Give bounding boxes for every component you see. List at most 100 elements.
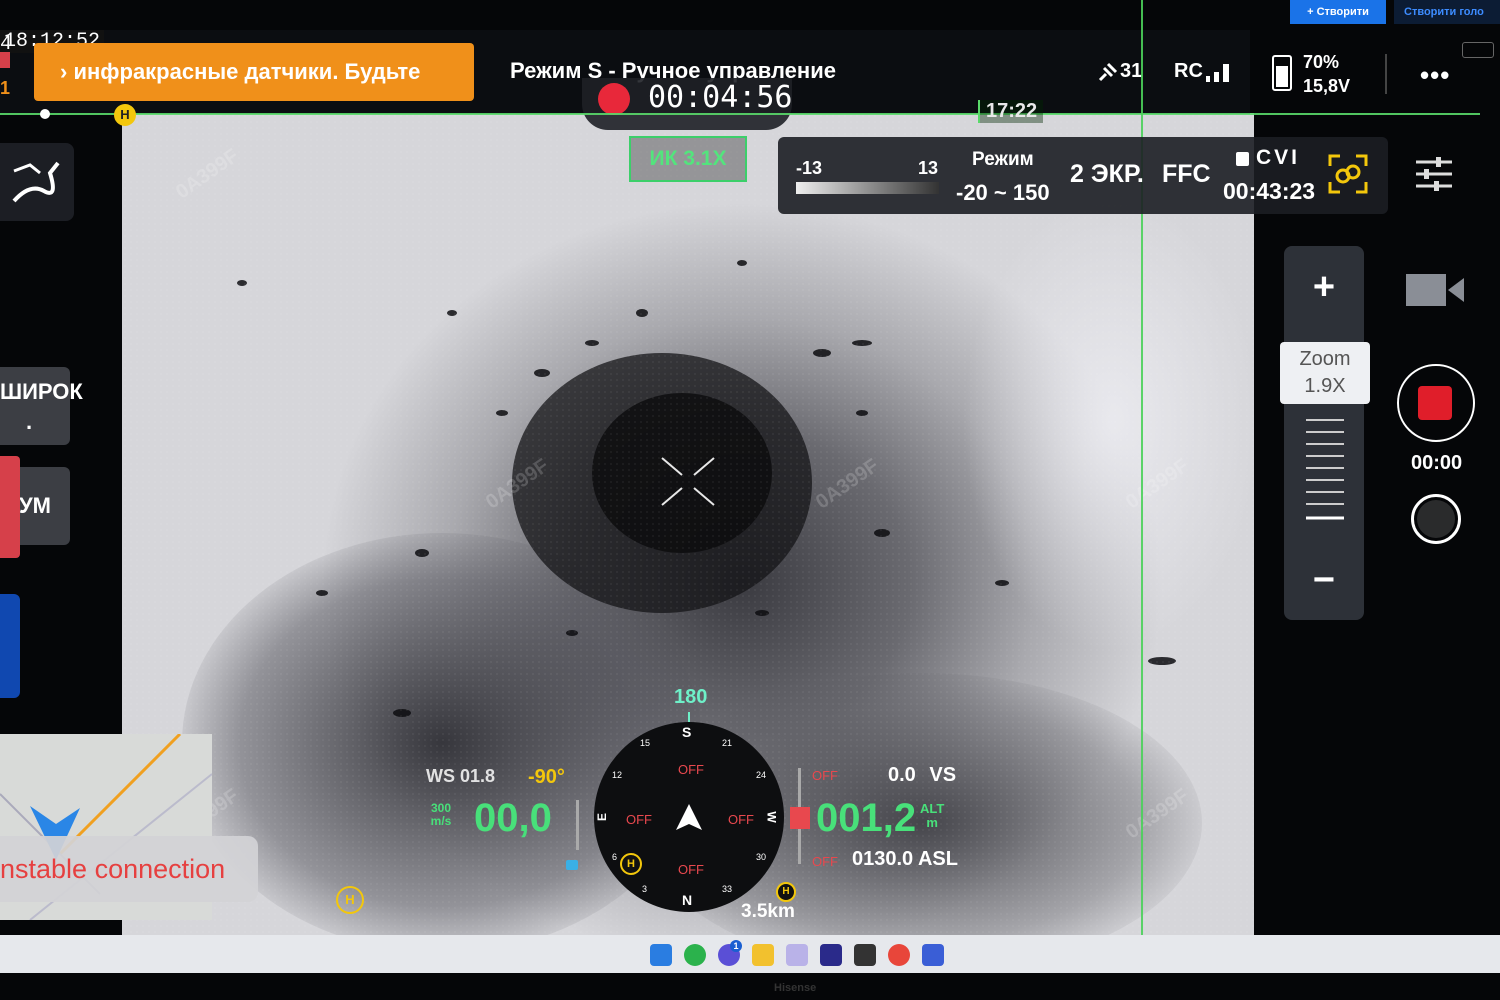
speed-marker <box>566 860 578 870</box>
app2-icon[interactable] <box>922 944 944 966</box>
route-icon <box>12 161 60 203</box>
record-duration: 00:00 <box>1411 452 1463 474</box>
ir-zoom-badge[interactable]: ИК 3.1X <box>629 136 747 182</box>
obstacle-sensor-off: OFF <box>812 854 838 869</box>
lens-wide-label: ШИРОК <box>0 379 83 404</box>
rc-signal-label: RC <box>1174 60 1203 82</box>
chrome-icon[interactable] <box>888 944 910 966</box>
battery-percent: 70% <box>1303 52 1340 72</box>
storage-remaining-time: 00:43:23 <box>1223 178 1316 204</box>
voice-create-button[interactable]: Створити голо <box>1394 0 1500 24</box>
side-tab[interactable] <box>0 594 20 698</box>
link-icon[interactable] <box>1328 154 1368 194</box>
compass-south: S <box>682 724 692 740</box>
vertical-speed: 0.0 VS <box>888 764 956 787</box>
game-icon[interactable] <box>854 944 876 966</box>
vertical-speed-label: VS <box>929 764 957 786</box>
recording-dot-icon <box>598 83 630 115</box>
ir-screen-button[interactable]: 2 ЭКР. <box>1070 160 1144 189</box>
storage-label: CVI <box>1256 146 1301 169</box>
zoom-indicator[interactable]: Zoom 1.9X <box>1280 342 1370 404</box>
connection-status: nstable connection <box>0 836 258 902</box>
obstacle-sensor-off: OFF <box>678 862 704 877</box>
adjust-icon[interactable] <box>1414 156 1454 192</box>
altitude-label: ALT <box>920 801 945 816</box>
satellite-icon <box>1096 62 1118 89</box>
monitor-brand: Hisense <box>774 982 817 994</box>
speed-unit-bottom: m/s <box>430 814 452 828</box>
folder-icon[interactable] <box>752 944 774 966</box>
gimbal-pitch: -90° <box>528 766 565 788</box>
ir-palette-gradient <box>796 182 939 194</box>
compass-tick: 33 <box>722 884 733 894</box>
warning-banner[interactable]: › инфракрасные датчики. Будьте <box>34 43 474 101</box>
record-stop-icon <box>1418 386 1452 420</box>
more-menu-button[interactable]: ••• <box>1420 60 1450 91</box>
windows-icon[interactable] <box>650 944 672 966</box>
home-point-icon: H <box>776 882 796 902</box>
app-icon[interactable] <box>820 944 842 966</box>
vertical-speed-value: 0.0 <box>888 764 916 786</box>
horizontal-speed: 00,0 <box>474 796 552 840</box>
compass-tick: 3 <box>642 884 648 894</box>
snipping-icon[interactable] <box>786 944 808 966</box>
whatsapp-icon[interactable] <box>684 944 706 966</box>
altitude-value: 001,2 <box>816 796 917 840</box>
shutter-inner <box>1417 500 1455 538</box>
horizon-marker <box>40 109 50 119</box>
wind-speed: WS 01.8 <box>426 766 496 786</box>
ir-mode-label: Режим <box>972 149 1034 170</box>
signal-bars-icon <box>1206 62 1232 87</box>
compass-tick: 15 <box>640 738 651 748</box>
windows-taskbar <box>0 935 1500 973</box>
compass-tick: 30 <box>756 852 767 862</box>
battery-level <box>1276 66 1288 87</box>
home-point-icon: H <box>114 104 136 126</box>
ir-scale-low: -13 <box>796 158 823 178</box>
obstacle-sensor-off: OFF <box>812 768 838 783</box>
compass-north: N <box>682 892 693 908</box>
compass-west: W <box>764 811 779 823</box>
sd-card-icon <box>1236 152 1249 166</box>
compass-tick: 21 <box>722 738 733 748</box>
obstacle-sensor-off: OFF <box>728 812 754 827</box>
compass-tick: 12 <box>612 770 623 780</box>
compass-tick: 6 <box>612 852 618 862</box>
altitude-unit-label: m <box>926 815 938 830</box>
notification-badge: 1 <box>730 940 742 952</box>
flight-timer: 17:22 <box>978 100 1044 123</box>
horizon-line <box>0 113 1480 115</box>
edge-digit: 1 <box>0 78 11 98</box>
zoom-slider[interactable] <box>1306 416 1344 526</box>
create-button[interactable]: + Створити <box>1290 0 1386 24</box>
camera-mini-icon <box>1462 42 1494 58</box>
home-distance: 3.5km <box>741 901 795 922</box>
zoom-label: Zoom <box>1299 348 1351 370</box>
route-button[interactable] <box>0 143 74 221</box>
home-point-icon: H <box>620 853 642 875</box>
edge-red-mark <box>0 52 10 68</box>
ir-scale-high: 13 <box>918 158 939 178</box>
obstacle-sensor-off: OFF <box>678 762 704 777</box>
ir-temp-range[interactable]: -20 ~ 150 <box>956 180 1050 206</box>
altitude-unit: ALT m <box>920 802 944 830</box>
aircraft-heading-icon <box>676 804 702 835</box>
lens-wide-sub: . <box>26 409 33 434</box>
speed-unit: 300 m/s <box>426 802 456 828</box>
speed-scale <box>576 800 579 850</box>
battery-voltage: 15,8V <box>1303 76 1351 96</box>
altitude-asl: 0130.0 ASL <box>852 848 958 870</box>
ffc-button[interactable]: FFC <box>1162 160 1211 189</box>
video-mode-icon[interactable] <box>1406 270 1464 310</box>
obstacle-sensor-off: OFF <box>626 812 652 827</box>
lens-wide-button[interactable]: ШИРОК . <box>0 367 83 445</box>
zoom-out-button[interactable]: − <box>1284 540 1364 620</box>
recording-time: 00:04:56 <box>648 80 793 115</box>
divider <box>1385 54 1387 94</box>
compass-tick: 24 <box>756 770 767 780</box>
satellite-count: 31 <box>1120 60 1143 82</box>
zoom-in-button[interactable]: + <box>1284 246 1364 328</box>
zoom-value: 1.9X <box>1304 375 1346 397</box>
compass-east: E <box>595 812 610 822</box>
active-lens-indicator <box>0 456 20 558</box>
